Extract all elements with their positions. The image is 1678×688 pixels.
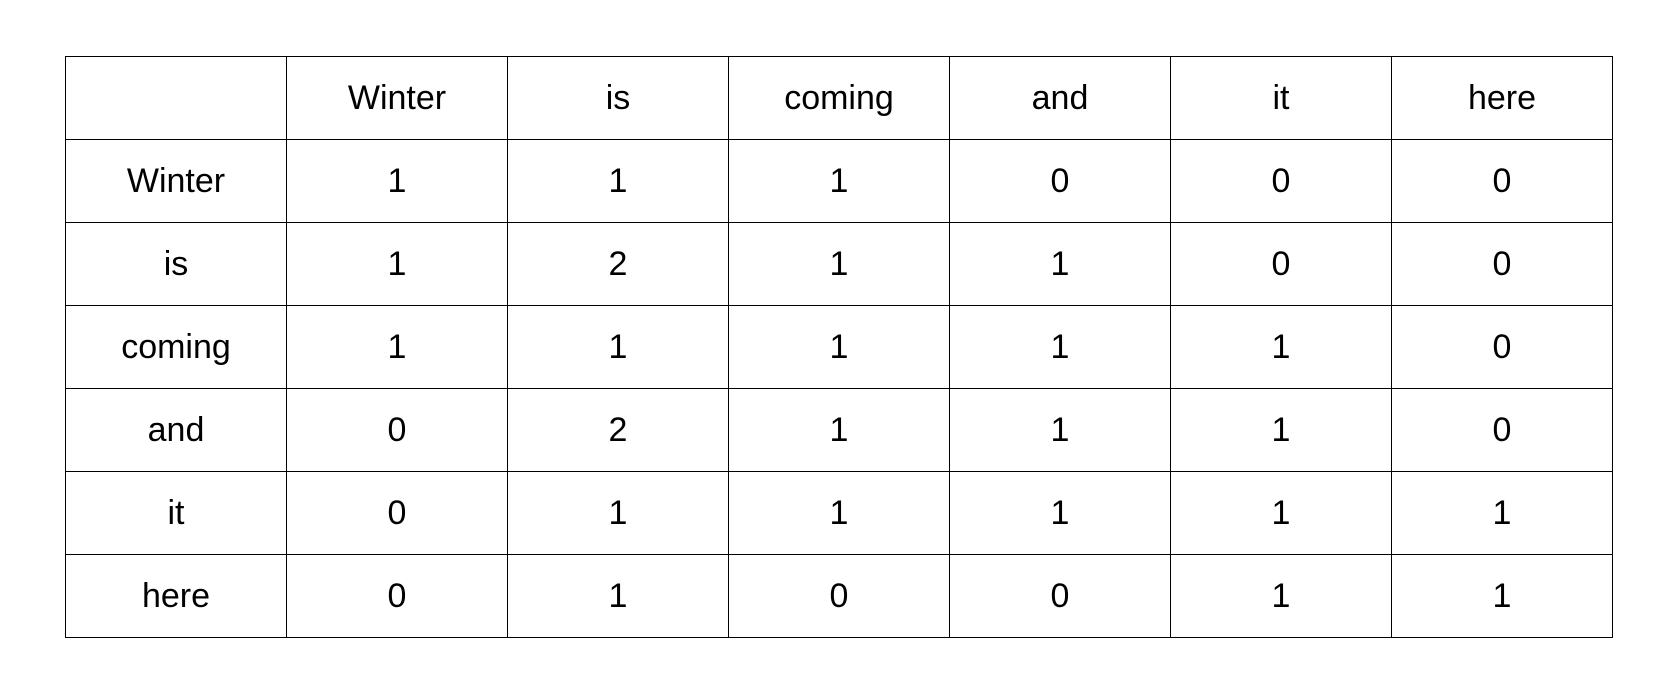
column-header-winter: Winter	[286, 56, 508, 140]
row-header: it	[65, 471, 287, 555]
table-cell: 1	[949, 222, 1171, 306]
table-body: Winter is coming and it here Winter 1 1 …	[65, 56, 1613, 638]
table-cell: 2	[507, 388, 729, 472]
corner-cell	[65, 56, 287, 140]
table-cell: 0	[1391, 305, 1613, 389]
table-row: Winter 1 1 1 0 0 0	[65, 139, 1613, 223]
co-occurrence-table: Winter is coming and it here Winter 1 1 …	[65, 56, 1613, 638]
table-cell: 1	[507, 554, 729, 638]
row-header: coming	[65, 305, 287, 389]
table-cell: 0	[286, 388, 508, 472]
row-header: Winter	[65, 139, 287, 223]
table-cell: 0	[286, 554, 508, 638]
table-cell: 1	[507, 471, 729, 555]
table-row: here 0 1 0 0 1 1	[65, 554, 1613, 638]
table-cell: 0	[1391, 222, 1613, 306]
table-cell: 1	[728, 388, 950, 472]
table-cell: 1	[286, 305, 508, 389]
column-header-it: it	[1170, 56, 1392, 140]
header-row: Winter is coming and it here	[65, 56, 1613, 140]
table-cell: 0	[949, 139, 1171, 223]
table-cell: 2	[507, 222, 729, 306]
table-row: coming 1 1 1 1 1 0	[65, 305, 1613, 389]
row-header: is	[65, 222, 287, 306]
row-header: and	[65, 388, 287, 472]
column-header-coming: coming	[728, 56, 950, 140]
column-header-here: here	[1391, 56, 1613, 140]
table-cell: 1	[1170, 388, 1392, 472]
table-cell: 1	[1391, 471, 1613, 555]
table-row: is 1 2 1 1 0 0	[65, 222, 1613, 306]
table-row: it 0 1 1 1 1 1	[65, 471, 1613, 555]
table-cell: 0	[1170, 139, 1392, 223]
table-cell: 1	[286, 222, 508, 306]
table-cell: 0	[1391, 139, 1613, 223]
table-cell: 1	[949, 305, 1171, 389]
table-cell: 1	[1391, 554, 1613, 638]
table-cell: 0	[1170, 222, 1392, 306]
table-cell: 1	[728, 139, 950, 223]
table-cell: 1	[1170, 471, 1392, 555]
table-cell: 1	[728, 222, 950, 306]
table-row: and 0 2 1 1 1 0	[65, 388, 1613, 472]
table-cell: 0	[286, 471, 508, 555]
table-cell: 1	[1170, 305, 1392, 389]
table-cell: 1	[286, 139, 508, 223]
table-cell: 1	[949, 471, 1171, 555]
table-cell: 1	[507, 139, 729, 223]
table-cell: 0	[949, 554, 1171, 638]
row-header: here	[65, 554, 287, 638]
table-cell: 0	[728, 554, 950, 638]
table-cell: 0	[1391, 388, 1613, 472]
table-cell: 1	[949, 388, 1171, 472]
table-cell: 1	[728, 305, 950, 389]
column-header-and: and	[949, 56, 1171, 140]
column-header-is: is	[507, 56, 729, 140]
table-cell: 1	[728, 471, 950, 555]
table-cell: 1	[1170, 554, 1392, 638]
table-cell: 1	[507, 305, 729, 389]
